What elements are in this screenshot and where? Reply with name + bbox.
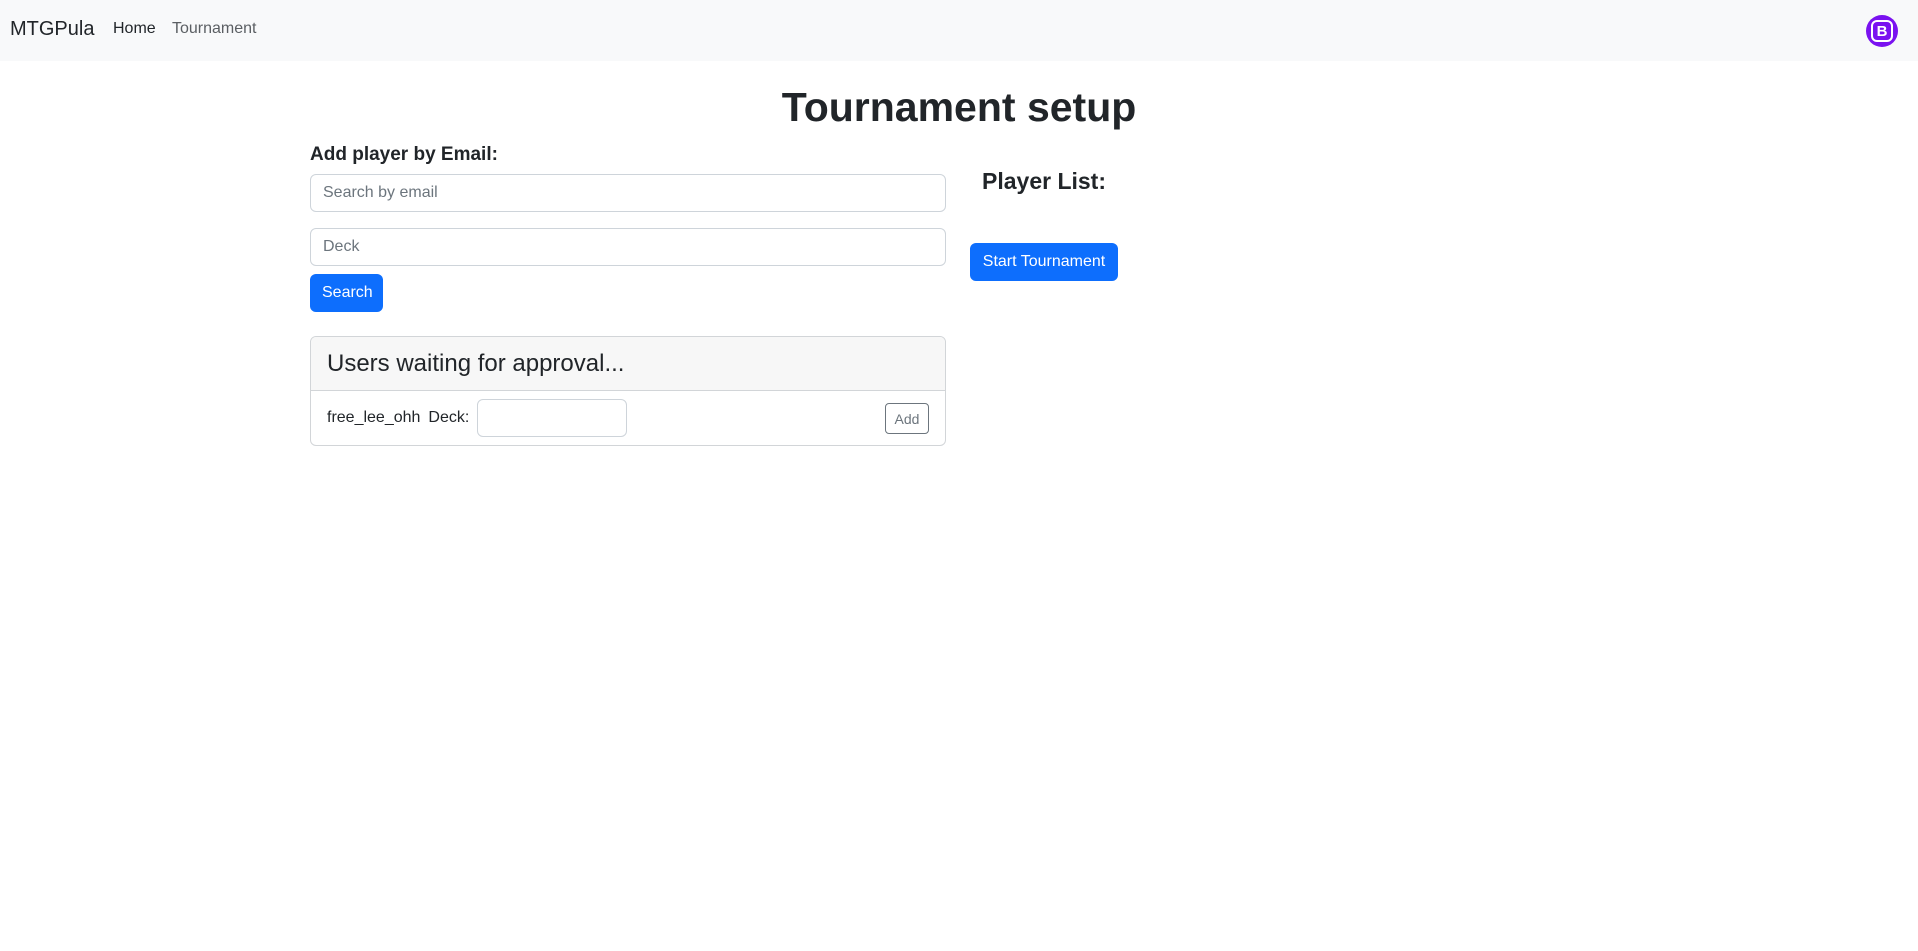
pending-deck-input[interactable] [477,399,628,437]
pending-deck-label: Deck: [428,409,470,426]
pending-username: free_lee_ohh [327,409,421,426]
bootstrap-logo-icon[interactable]: B [1866,15,1898,47]
deck-input[interactable] [310,228,946,266]
approval-title: Users waiting for approval... [327,349,625,377]
nav-tournament-link[interactable]: Tournament [172,20,257,38]
nav-home-link[interactable]: Home [113,20,156,38]
avatar-letter: B [1871,20,1893,42]
search-button[interactable]: Search [310,274,383,312]
top-navbar: MTGPula Home Tournament B [0,0,1918,61]
add-player-label: Add player by Email: [310,144,498,165]
page-title: Tournament setup [781,84,1137,130]
approval-list-item: free_lee_ohh Deck: Add [311,391,945,445]
email-search-input[interactable] [310,174,946,212]
player-list-label: Player List: [982,168,1106,194]
approval-card: Users waiting for approval... free_lee_o… [310,336,946,446]
approval-card-header: Users waiting for approval... [311,337,945,391]
add-user-button[interactable]: Add [885,403,929,434]
brand-link[interactable]: MTGPula [10,18,94,41]
start-tournament-button[interactable]: Start Tournament [970,243,1118,281]
